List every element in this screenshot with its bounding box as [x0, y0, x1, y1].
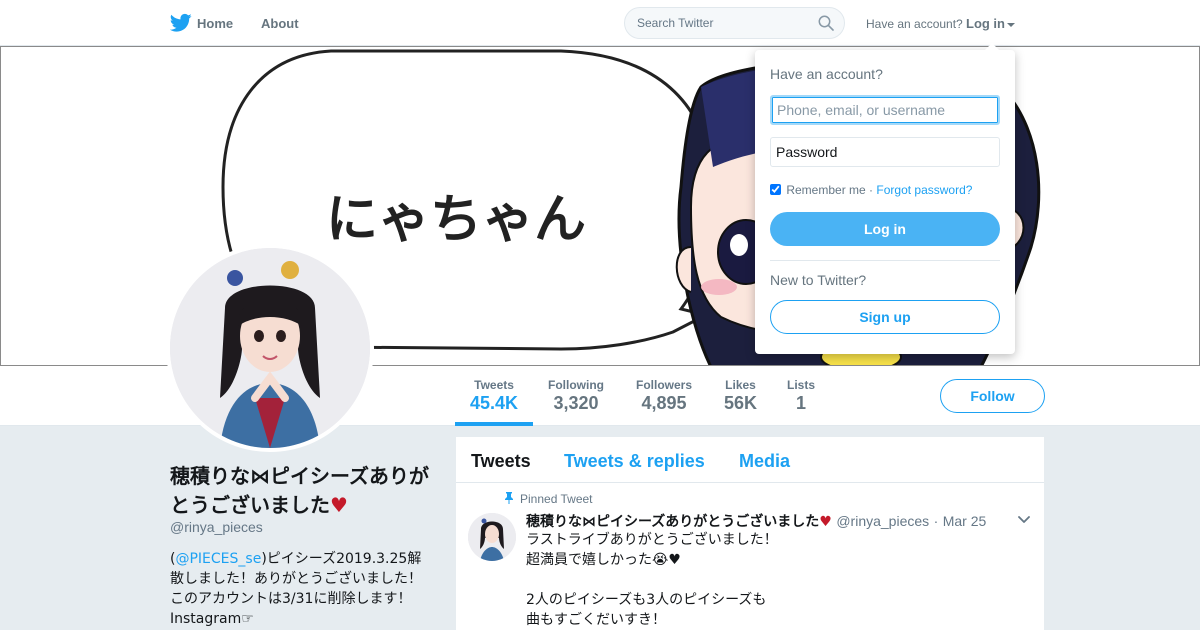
- tweet-line: [526, 570, 1026, 590]
- search-input[interactable]: [625, 8, 810, 38]
- stat-label: Tweets: [474, 378, 514, 392]
- tweet-author-name-text: 穂積りな⋈ピイシーズありがとうございました: [526, 514, 820, 530]
- tab-tweets-replies[interactable]: Tweets & replies: [564, 451, 705, 472]
- tweet-date-separator: ·: [933, 513, 939, 529]
- top-navigation-bar: Home About Have an account? Log in: [0, 0, 1200, 46]
- timeline: Tweets Tweets & replies Media Pinned Twe…: [456, 437, 1044, 630]
- forgot-password-link[interactable]: Forgot password?: [876, 183, 972, 197]
- tab-tweets[interactable]: Tweets: [471, 451, 531, 472]
- login-dropdown-toggle[interactable]: Log in: [966, 16, 1015, 31]
- profile-name-text: 穂積りな⋈ピイシーズありがとうございました: [170, 464, 429, 517]
- tweet-author-avatar[interactable]: [468, 513, 516, 561]
- profile-name[interactable]: 穂積りな⋈ピイシーズありがとうございました♥: [170, 462, 440, 520]
- stat-value: 56K: [724, 393, 758, 413]
- username-field[interactable]: [770, 95, 1000, 125]
- bio-mention-link[interactable]: @PIECES_se: [175, 551, 261, 567]
- remember-me-label[interactable]: Remember me: [786, 183, 865, 197]
- caret-down-icon: [1007, 22, 1015, 27]
- heart-icon: ♥: [819, 514, 832, 530]
- tweet-line: 2人のピイシーズも3人のピイシーズも: [526, 592, 767, 608]
- stat-following[interactable]: Following 3,320: [548, 378, 604, 414]
- banner-speech-text: にゃちゃん: [326, 190, 586, 250]
- tweet-date[interactable]: Mar 25: [943, 513, 987, 529]
- signup-button[interactable]: Sign up: [770, 300, 1000, 334]
- tweet-text: ラストライブありがとうございました！ 超満員で嬉しかった😭♥ 2人のピイシーズも…: [526, 530, 1026, 630]
- tweet-header: 穂積りな⋈ピイシーズありがとうございました♥ @rinya_pieces · M…: [526, 511, 986, 531]
- follow-button[interactable]: Follow: [940, 379, 1045, 413]
- profile-bio: (@PIECES_se)ピイシーズ2019.3.25解散しました！ありがとうござ…: [170, 549, 432, 629]
- tweet-author-name[interactable]: 穂積りな⋈ピイシーズありがとうございました♥: [526, 514, 832, 530]
- avatar-illustration: [170, 248, 370, 448]
- tweet-line: 曲もすごくだいすき！: [526, 612, 666, 628]
- stat-value: 3,320: [553, 393, 599, 413]
- profile-handle[interactable]: @rinya_pieces: [170, 519, 263, 535]
- active-stat-underline: [455, 422, 533, 426]
- tab-media[interactable]: Media: [739, 451, 790, 472]
- twitter-bird-icon[interactable]: [170, 13, 192, 33]
- remember-separator: ·: [869, 183, 874, 197]
- stat-label: Likes: [725, 378, 756, 392]
- pinned-tweet-indicator: Pinned Tweet: [504, 492, 593, 506]
- nav-home-link[interactable]: Home: [197, 16, 233, 31]
- nav-about-link[interactable]: About: [261, 16, 299, 31]
- tweet-avatar-illustration: [468, 513, 516, 561]
- timeline-tabs: Tweets Tweets & replies Media: [456, 437, 1044, 483]
- have-account-text: Have an account?: [866, 17, 963, 31]
- tweet-line: ラストライブありがとうございました！: [526, 532, 778, 548]
- login-toggle-label: Log in: [966, 16, 1005, 31]
- tweet-author-handle[interactable]: @rinya_pieces: [836, 513, 929, 529]
- stat-tweets[interactable]: Tweets 45.4K: [470, 378, 518, 414]
- stat-label: Lists: [787, 378, 816, 392]
- stat-followers[interactable]: Followers 4,895: [636, 378, 692, 414]
- login-button[interactable]: Log in: [770, 212, 1000, 246]
- avatar-photo: [170, 248, 370, 448]
- stat-value: 1: [796, 393, 807, 413]
- chevron-down-icon[interactable]: [1018, 516, 1030, 524]
- stat-value: 4,895: [641, 393, 687, 413]
- stat-label: Followers: [636, 378, 693, 392]
- stat-label: Following: [548, 378, 604, 392]
- password-field[interactable]: [770, 137, 1000, 167]
- stat-lists[interactable]: Lists 1: [787, 378, 815, 414]
- search-box: [624, 7, 845, 39]
- remember-me-checkbox[interactable]: [770, 184, 781, 195]
- dropdown-title: Have an account?: [770, 66, 883, 82]
- pin-icon: [505, 492, 513, 504]
- dropdown-divider: [770, 260, 1000, 261]
- heart-icon: ♥: [330, 493, 348, 517]
- search-icon[interactable]: [818, 15, 834, 31]
- stat-value: 45.4K: [470, 393, 519, 413]
- tweet-line: 超満員で嬉しかった😭♥: [526, 552, 681, 568]
- login-dropdown: Have an account? Remember me · Forgot pa…: [755, 43, 1015, 354]
- new-to-twitter-text: New to Twitter?: [770, 272, 867, 288]
- pinned-label: Pinned Tweet: [520, 492, 593, 506]
- remember-row: Remember me · Forgot password?: [770, 183, 972, 197]
- profile-avatar[interactable]: [166, 244, 374, 452]
- stat-likes[interactable]: Likes 56K: [724, 378, 757, 414]
